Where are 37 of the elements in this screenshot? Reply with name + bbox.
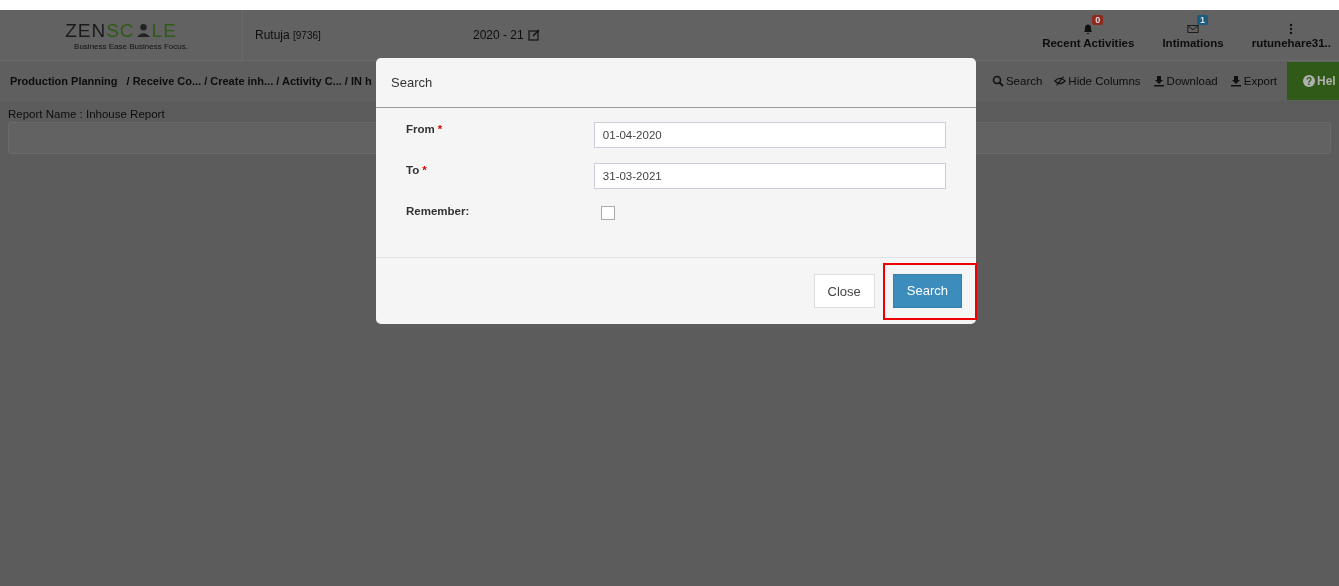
- search-button[interactable]: Search: [892, 273, 962, 308]
- field-label: Remember:: [406, 204, 471, 217]
- notification-label[interactable]: rutunehare31..: [1251, 37, 1331, 49]
- more-icon[interactable]: [1289, 23, 1294, 35]
- date-field[interactable]: 01-04-2020: [593, 122, 946, 148]
- download-icon: [1229, 75, 1242, 87]
- close-button[interactable]: Close: [813, 274, 875, 308]
- envelope-icon[interactable]: [1187, 23, 1200, 35]
- field-label: From *: [406, 122, 444, 135]
- user-name: Rutuja [9736]: [255, 28, 321, 42]
- bell-icon[interactable]: [1082, 23, 1095, 35]
- toolbar-button[interactable]: Hide Columns: [1048, 75, 1147, 87]
- field-label: To *: [406, 163, 428, 176]
- breadcrumb-link[interactable]: / Receive Co...: [126, 75, 202, 87]
- search-icon: [991, 75, 1004, 87]
- edit-icon[interactable]: [527, 29, 540, 41]
- toolbar-button[interactable]: Download: [1146, 75, 1224, 87]
- count-badge: 0: [1092, 15, 1104, 25]
- date-field[interactable]: 31-03-2021: [593, 163, 946, 189]
- financial-year: 2020 - 21: [473, 28, 524, 42]
- download-icon: [1152, 75, 1165, 87]
- count-badge: 1: [1197, 15, 1209, 25]
- dialog-title: Search: [391, 75, 433, 90]
- help-icon: ?: [1303, 75, 1315, 87]
- toolbar-button[interactable]: Export: [1223, 75, 1283, 87]
- help-button[interactable]: ? Hel: [1287, 62, 1339, 100]
- breadcrumb-link[interactable]: / Create inh...: [204, 75, 274, 87]
- checkbox[interactable]: [601, 206, 615, 220]
- logo: ZENSC LE Business Ease Business Focus.: [64, 19, 188, 51]
- notification-label[interactable]: Recent Activities: [1042, 37, 1135, 49]
- breadcrumb-link[interactable]: Production Planning: [10, 75, 118, 87]
- toolbar-button[interactable]: Search: [985, 75, 1049, 87]
- breadcrumb-link[interactable]: / Activity C...: [276, 75, 342, 87]
- notification-label[interactable]: Intimations: [1162, 37, 1224, 49]
- breadcrumb-link[interactable]: / IN h: [344, 75, 372, 87]
- eye-slash-icon: [1054, 75, 1067, 87]
- report-name: Report Name : Inhouse Report: [7, 107, 166, 122]
